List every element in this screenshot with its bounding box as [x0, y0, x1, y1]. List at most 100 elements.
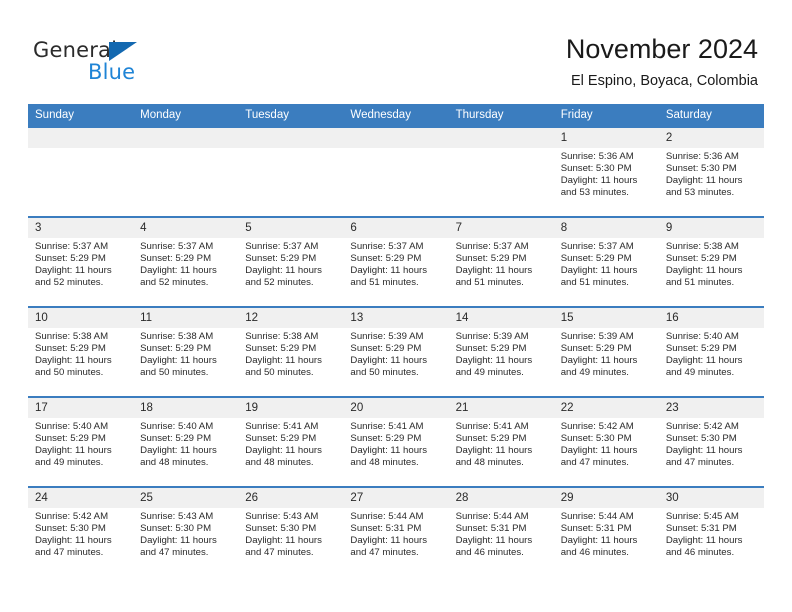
- daylight-text-line2: and 52 minutes.: [245, 277, 314, 289]
- day-sun-info: [133, 148, 238, 151]
- sunrise-text: Sunrise: 5:42 AM: [35, 511, 109, 522]
- calendar-day-cell[interactable]: 6 Sunrise: 5:37 AM Sunset: 5:29 PM Daylight…: [343, 216, 449, 307]
- calendar-day-cell[interactable]: 1 Sunrise: 5:36 AM Sunset: 5:30 PM Daylight…: [553, 126, 659, 217]
- weekday-header-wednesday: Wednesday: [343, 104, 449, 127]
- calendar-day-cell[interactable]: 11 Sunrise: 5:38 AM Sunset: 5:29 PM Dayligh…: [133, 306, 239, 397]
- logo-triangle-icon: [109, 42, 137, 61]
- calendar-day-cell[interactable]: 17 Sunrise: 5:40 AM Sunset: 5:29 PM Dayligh…: [28, 396, 134, 487]
- calendar-day-cell[interactable]: 26 Sunrise: 5:43 AM Sunset: 5:30 PM Dayligh…: [238, 486, 344, 576]
- day-number: [133, 128, 239, 148]
- daylight-text-line2: and 53 minutes.: [665, 187, 735, 199]
- calendar-day-cell[interactable]: 10 Sunrise: 5:38 AM Sunset: 5:29 PM Dayligh…: [28, 306, 134, 397]
- calendar-day-cell[interactable]: 18 Sunrise: 5:40 AM Sunset: 5:29 PM Dayligh…: [133, 396, 239, 487]
- calendar-day-cell[interactable]: 4 Sunrise: 5:37 AM Sunset: 5:29 PM Daylight…: [133, 216, 239, 307]
- day-sun-info: Sunrise: 5:37 AM Sunset: 5:29 PM Daylight:…: [343, 238, 448, 289]
- weekday-header-tuesday: Tuesday: [238, 104, 344, 127]
- day-number: 29: [553, 488, 659, 508]
- day-number: 22: [553, 398, 659, 418]
- calendar-day-cell[interactable]: 13 Sunrise: 5:39 AM Sunset: 5:29 PM Dayligh…: [343, 306, 449, 397]
- day-sun-info: Sunrise: 5:37 AM Sunset: 5:29 PM Daylight:…: [238, 238, 343, 289]
- day-sun-info: Sunrise: 5:42 AM Sunset: 5:30 PM Daylight:…: [28, 508, 133, 559]
- daylight-text-line2: and 50 minutes.: [245, 367, 314, 379]
- calendar-day-cell[interactable]: 24 Sunrise: 5:42 AM Sunset: 5:30 PM Dayligh…: [28, 486, 134, 576]
- sunrise-text: Sunrise: 5:39 AM: [560, 331, 634, 342]
- sunrise-text: Sunrise: 5:37 AM: [140, 241, 214, 252]
- calendar-day-cell-empty: [28, 126, 134, 217]
- daylight-text-line1: Daylight: 11 hours: [35, 355, 112, 367]
- calendar-day-cell[interactable]: 21 Sunrise: 5:41 AM Sunset: 5:29 PM Dayligh…: [448, 396, 554, 487]
- day-sun-info: Sunrise: 5:41 AM Sunset: 5:29 PM Daylight:…: [238, 418, 343, 469]
- sunrise-text: Sunrise: 5:44 AM: [455, 511, 529, 522]
- daylight-text-line1: Daylight: 11 hours: [350, 265, 428, 277]
- daylight-text-line1: Daylight: 11 hours: [35, 265, 112, 277]
- daylight-text-line2: and 51 minutes.: [350, 277, 419, 289]
- daylight-text-line2: and 50 minutes.: [140, 367, 209, 379]
- page-subtitle: El Espino, Boyaca, Colombia: [571, 73, 758, 89]
- sunrise-text: Sunrise: 5:37 AM: [350, 241, 424, 252]
- generalblue-logo[interactable]: General Blue: [33, 38, 213, 88]
- daylight-text-line2: and 53 minutes.: [560, 187, 629, 199]
- calendar-day-cell[interactable]: 5 Sunrise: 5:37 AM Sunset: 5:29 PM Daylight…: [238, 216, 344, 307]
- calendar-day-cell-empty: [343, 126, 449, 217]
- calendar-day-cell[interactable]: 2 Sunrise: 5:36 AM Sunset: 5:30 PM Daylight…: [658, 126, 764, 217]
- day-sun-info: Sunrise: 5:41 AM Sunset: 5:29 PM Daylight:…: [343, 418, 448, 469]
- sunset-text: Sunset: 5:30 PM: [665, 433, 737, 445]
- calendar-day-cell[interactable]: 22 Sunrise: 5:42 AM Sunset: 5:30 PM Dayligh…: [553, 396, 659, 487]
- sunrise-text: Sunrise: 5:39 AM: [350, 331, 424, 342]
- sunrise-text: Sunrise: 5:43 AM: [245, 511, 319, 522]
- daylight-text-line1: Daylight: 11 hours: [665, 175, 743, 187]
- calendar-day-cell[interactable]: 9 Sunrise: 5:38 AM Sunset: 5:29 PM Daylight…: [658, 216, 764, 307]
- sunset-text: Sunset: 5:30 PM: [560, 163, 632, 175]
- calendar-day-cell[interactable]: 14 Sunrise: 5:39 AM Sunset: 5:29 PM Dayligh…: [448, 306, 554, 397]
- daylight-text-line1: Daylight: 11 hours: [245, 445, 322, 457]
- sunset-text: Sunset: 5:30 PM: [665, 163, 737, 175]
- day-sun-info: Sunrise: 5:38 AM Sunset: 5:29 PM Daylight:…: [659, 238, 764, 289]
- sunset-text: Sunset: 5:30 PM: [35, 523, 106, 535]
- day-number: 10: [28, 308, 134, 328]
- calendar-day-cell[interactable]: 27 Sunrise: 5:44 AM Sunset: 5:31 PM Dayligh…: [343, 486, 449, 576]
- weekday-header-monday: Monday: [133, 104, 239, 127]
- daylight-text-line2: and 47 minutes.: [140, 547, 209, 559]
- calendar-header-row: Sunday Monday Tuesday Wednesday Thursday…: [28, 104, 764, 127]
- calendar-day-cell[interactable]: 25 Sunrise: 5:43 AM Sunset: 5:30 PM Dayligh…: [133, 486, 239, 576]
- calendar-day-cell[interactable]: 7 Sunrise: 5:37 AM Sunset: 5:29 PM Daylight…: [448, 216, 554, 307]
- daylight-text-line2: and 47 minutes.: [350, 547, 419, 559]
- daylight-text-line1: Daylight: 11 hours: [560, 175, 638, 187]
- day-sun-info: Sunrise: 5:37 AM Sunset: 5:29 PM Daylight:…: [133, 238, 238, 289]
- day-sun-info: [238, 148, 343, 151]
- daylight-text-line1: Daylight: 11 hours: [455, 445, 533, 457]
- daylight-text-line2: and 52 minutes.: [140, 277, 209, 289]
- calendar-day-cell[interactable]: 19 Sunrise: 5:41 AM Sunset: 5:29 PM Dayligh…: [238, 396, 344, 487]
- daylight-text-line2: and 49 minutes.: [560, 367, 629, 379]
- logo-text-general: General: [33, 38, 118, 62]
- sunset-text: Sunset: 5:29 PM: [245, 433, 317, 445]
- sunset-text: Sunset: 5:29 PM: [140, 253, 212, 265]
- calendar-day-cell[interactable]: 8 Sunrise: 5:37 AM Sunset: 5:29 PM Daylight…: [553, 216, 659, 307]
- day-number: [343, 128, 449, 148]
- calendar-day-cell[interactable]: 28 Sunrise: 5:44 AM Sunset: 5:31 PM Dayligh…: [448, 486, 554, 576]
- calendar-day-cell[interactable]: 29 Sunrise: 5:44 AM Sunset: 5:31 PM Dayligh…: [553, 486, 659, 576]
- day-sun-info: Sunrise: 5:39 AM Sunset: 5:29 PM Daylight:…: [343, 328, 448, 379]
- daylight-text-line1: Daylight: 11 hours: [665, 355, 743, 367]
- sunrise-text: Sunrise: 5:41 AM: [350, 421, 424, 432]
- sunset-text: Sunset: 5:29 PM: [455, 343, 527, 355]
- sunrise-text: Sunrise: 5:45 AM: [665, 511, 739, 522]
- sunset-text: Sunset: 5:30 PM: [245, 523, 317, 535]
- calendar-day-cell[interactable]: 30 Sunrise: 5:45 AM Sunset: 5:31 PM Dayligh…: [658, 486, 764, 576]
- calendar-day-cell[interactable]: 12 Sunrise: 5:38 AM Sunset: 5:29 PM Dayligh…: [238, 306, 344, 397]
- calendar-day-cell[interactable]: 20 Sunrise: 5:41 AM Sunset: 5:29 PM Dayligh…: [343, 396, 449, 487]
- calendar-day-cell[interactable]: 16 Sunrise: 5:40 AM Sunset: 5:29 PM Dayligh…: [658, 306, 764, 397]
- day-sun-info: Sunrise: 5:41 AM Sunset: 5:29 PM Daylight:…: [449, 418, 554, 469]
- day-sun-info: Sunrise: 5:39 AM Sunset: 5:29 PM Daylight:…: [449, 328, 554, 379]
- calendar-table: Sunday Monday Tuesday Wednesday Thursday…: [28, 104, 764, 576]
- calendar-day-cell[interactable]: 15 Sunrise: 5:39 AM Sunset: 5:29 PM Dayligh…: [553, 306, 659, 397]
- day-sun-info: Sunrise: 5:44 AM Sunset: 5:31 PM Daylight:…: [343, 508, 448, 559]
- daylight-text-line1: Daylight: 11 hours: [350, 535, 428, 547]
- calendar-day-cell[interactable]: 3 Sunrise: 5:37 AM Sunset: 5:29 PM Daylight…: [28, 216, 134, 307]
- weekday-header-saturday: Saturday: [658, 104, 764, 127]
- daylight-text-line1: Daylight: 11 hours: [350, 355, 428, 367]
- calendar-day-cell[interactable]: 23 Sunrise: 5:42 AM Sunset: 5:30 PM Dayligh…: [658, 396, 764, 487]
- daylight-text-line1: Daylight: 11 hours: [245, 265, 322, 277]
- daylight-text-line2: and 47 minutes.: [245, 547, 314, 559]
- sunset-text: Sunset: 5:29 PM: [560, 343, 632, 355]
